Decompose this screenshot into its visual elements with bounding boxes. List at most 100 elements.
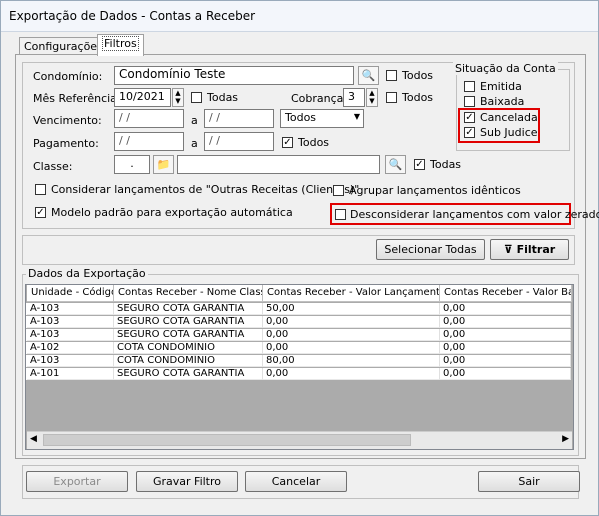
pagamento-a-label: a: [191, 137, 198, 150]
vencimento-a-label: a: [191, 114, 198, 127]
table-cell: A-102: [27, 342, 114, 354]
table-cell: 50,00: [263, 303, 440, 315]
table-cell: COTA CONDOMÍNIO: [114, 342, 263, 354]
table-row[interactable]: A-103 SEGURO COTA GARANTIA 50,00 0,00: [26, 303, 571, 315]
gravar-filtro-button[interactable]: Gravar Filtro: [136, 471, 238, 492]
condominio-label: Condomínio:: [33, 70, 103, 83]
cancelada-checkbox[interactable]: ✓: [464, 112, 475, 123]
table-cell: 0,00: [440, 368, 571, 380]
tab-filtros[interactable]: Filtros: [97, 34, 144, 56]
pagamento-todos-checkbox[interactable]: ✓: [282, 137, 293, 148]
baixada-label: Baixada: [480, 95, 525, 108]
cancelada-label: Cancelada: [480, 111, 538, 124]
column-header[interactable]: Unidade - Código: [27, 285, 114, 302]
mes-spinner-icon[interactable]: ▲ ▼: [172, 88, 184, 107]
classe-label: Classe:: [33, 160, 73, 173]
table-cell: SEGURO COTA GARANTIA: [114, 329, 263, 341]
data-grid[interactable]: Unidade - Código Contas Receber - Nome C…: [25, 284, 574, 450]
window-title: Exportação de Dados - Contas a Receber: [9, 9, 256, 23]
grid-title: Dados da Exportação: [26, 267, 148, 280]
agrupar-label: Agrupar lançamentos idênticos: [349, 184, 521, 197]
mes-todas-label: Todas: [207, 91, 239, 104]
sub-judice-label: Sub Judice: [480, 126, 538, 139]
column-header[interactable]: Contas Receber - Valor Baixa: [440, 285, 572, 302]
table-cell: 0,00: [263, 342, 440, 354]
table-cell: A-103: [27, 329, 114, 341]
vencimento-to-field[interactable]: / /: [204, 109, 274, 128]
agrupar-checkbox[interactable]: [333, 185, 344, 196]
table-row[interactable]: A-103 SEGURO COTA GARANTIA 0,00 0,00: [26, 316, 571, 328]
cobranca-todos-checkbox[interactable]: [386, 92, 397, 103]
table-row[interactable]: A-102 COTA CONDOMÍNIO 0,00 0,00: [26, 342, 571, 354]
cobranca-label: Cobrança:: [291, 92, 348, 105]
outras-receitas-label: Considerar lançamentos de "Outras Receit…: [51, 183, 360, 196]
selecionar-todas-button[interactable]: Selecionar Todas: [376, 239, 485, 260]
table-cell: 0,00: [263, 329, 440, 341]
vencimento-label: Vencimento:: [33, 114, 102, 127]
column-header[interactable]: Contas Receber - Nome Classe: [114, 285, 263, 302]
modelo-padrao-label: Modelo padrão para exportação automática: [51, 206, 293, 219]
pagamento-from-field[interactable]: / /: [114, 132, 184, 151]
classe-name-field[interactable]: [177, 155, 380, 174]
table-cell: 0,00: [440, 342, 571, 354]
table-row[interactable]: A-103 COTA CONDOMÍNIO 80,00 0,00: [26, 355, 571, 367]
exportar-button[interactable]: Exportar: [26, 471, 128, 492]
folder-icon[interactable]: 📁: [153, 155, 174, 174]
sair-button[interactable]: Sair: [478, 471, 580, 492]
table-cell: A-103: [27, 355, 114, 367]
pagamento-to-field[interactable]: / /: [204, 132, 274, 151]
table-row[interactable]: A-103 SEGURO COTA GARANTIA 0,00 0,00: [26, 329, 571, 341]
cancelar-button[interactable]: Cancelar: [245, 471, 347, 492]
table-cell: A-101: [27, 368, 114, 380]
cobranca-todos-label: Todos: [402, 91, 434, 104]
condominio-todos-label: Todos: [402, 69, 434, 82]
vencimento-select[interactable]: Todos ▼: [280, 109, 364, 128]
table-row[interactable]: A-101 SEGURO COTA GARANTIA 0,00 0,00: [26, 368, 571, 380]
scroll-right-icon[interactable]: ▶: [562, 434, 569, 444]
horizontal-scrollbar[interactable]: ◀ ▶: [27, 431, 572, 449]
emitida-checkbox[interactable]: [464, 81, 475, 92]
condominio-field[interactable]: Condomínio Teste: [114, 66, 354, 85]
scroll-left-icon[interactable]: ◀: [30, 434, 37, 444]
table-cell: SEGURO COTA GARANTIA: [114, 368, 263, 380]
table-cell: COTA CONDOMÍNIO: [114, 355, 263, 367]
classe-todas-label: Todas: [430, 158, 462, 171]
tab-filtros-label: Filtros: [102, 36, 139, 51]
pagamento-todos-label: Todos: [298, 136, 330, 149]
cobranca-field[interactable]: 3: [343, 88, 365, 107]
table-cell: 0,00: [440, 316, 571, 328]
filtrar-button[interactable]: ⊽ Filtrar: [490, 239, 569, 260]
table-cell: SEGURO COTA GARANTIA: [114, 316, 263, 328]
modelo-padrao-checkbox[interactable]: ✓: [35, 207, 46, 218]
cobranca-spinner-icon[interactable]: ▲ ▼: [366, 88, 378, 107]
filter-icon: ⊽: [503, 243, 513, 256]
title-bar: Exportação de Dados - Contas a Receber: [1, 1, 598, 32]
pagamento-label: Pagamento:: [33, 137, 99, 150]
column-header[interactable]: Contas Receber - Valor Lançamento: [263, 285, 440, 302]
search-icon[interactable]: 🔍: [385, 155, 406, 174]
table-cell: A-103: [27, 303, 114, 315]
classe-todas-checkbox[interactable]: ✓: [414, 159, 425, 170]
table-cell: 0,00: [440, 355, 571, 367]
desconsiderar-label: Desconsiderar lançamentos com valor zera…: [350, 208, 599, 221]
mes-referencia-field[interactable]: 10/2021: [114, 88, 171, 107]
baixada-checkbox[interactable]: [464, 96, 475, 107]
table-cell: A-103: [27, 316, 114, 328]
scrollbar-thumb[interactable]: [43, 434, 411, 446]
table-cell: SEGURO COTA GARANTIA: [114, 303, 263, 315]
chevron-down-icon: ▼: [353, 112, 360, 121]
desconsiderar-checkbox[interactable]: [335, 209, 346, 220]
export-window: Exportação de Dados - Contas a Receber C…: [0, 0, 599, 516]
table-cell: 0,00: [263, 316, 440, 328]
condominio-todos-checkbox[interactable]: [386, 70, 397, 81]
sub-judice-checkbox[interactable]: ✓: [464, 127, 475, 138]
table-cell: 0,00: [440, 303, 571, 315]
binoculars-search-icon[interactable]: 🔍: [358, 66, 379, 85]
table-cell: 80,00: [263, 355, 440, 367]
outras-receitas-checkbox[interactable]: [35, 184, 46, 195]
mes-todas-checkbox[interactable]: [191, 92, 202, 103]
situacao-title: Situação da Conta: [453, 62, 558, 75]
table-cell: 0,00: [263, 368, 440, 380]
classe-code-field[interactable]: .: [114, 155, 150, 174]
vencimento-from-field[interactable]: / /: [114, 109, 184, 128]
